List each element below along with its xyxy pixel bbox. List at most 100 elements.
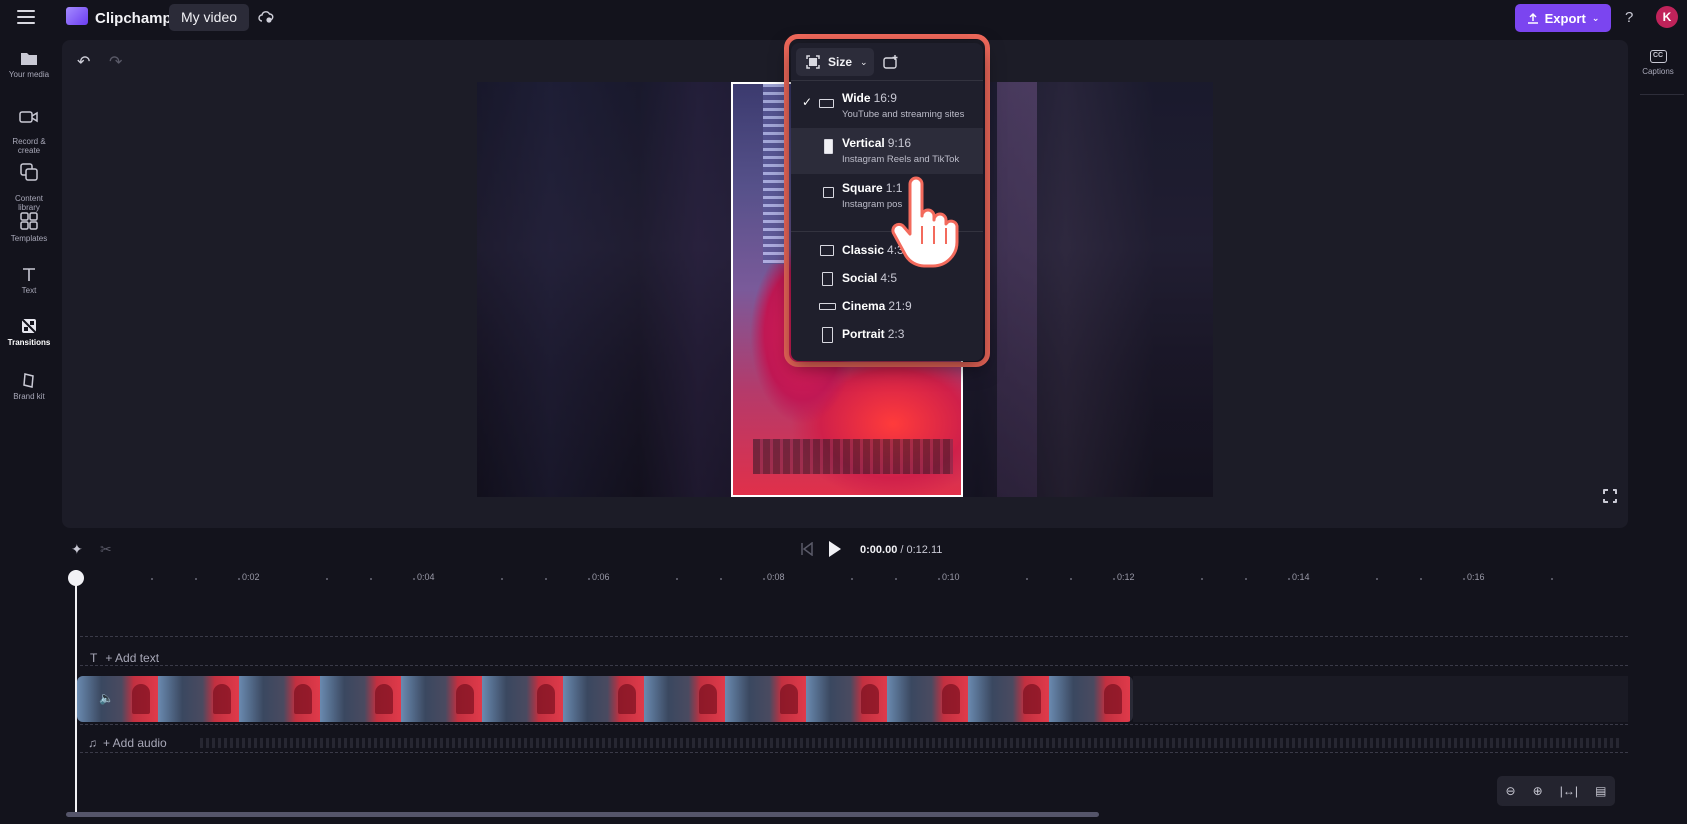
ruler-tick [1288,578,1291,580]
brand-kit-icon [23,373,34,388]
skip-back-icon[interactable] [800,542,814,556]
sidebar-item-transitions[interactable]: Transitions [0,318,58,347]
add-background-icon[interactable] [877,48,905,76]
library-icon [20,163,38,181]
sidebar-item-label: Transitions [7,338,51,347]
export-button[interactable]: Export ⌄ [1515,4,1611,32]
timeline-ruler[interactable]: 0:02 0:04 0:06 0:08 0:10 0:12 0:14 0:16 [62,568,1628,590]
playhead-handle[interactable] [68,570,84,586]
ruler-tick [325,578,328,580]
menu-item-ratio: 21:9 [888,299,912,313]
sidebar-item-brand-kit[interactable]: Brand kit [0,372,58,401]
hamburger-menu-icon[interactable] [17,10,35,24]
ruler-label: 0:08 [767,572,785,582]
avatar[interactable]: K [1656,6,1678,28]
captions-label: Captions [1642,67,1674,76]
menu-item-ratio: 9:16 [887,136,912,150]
size-label: Size [828,55,853,69]
ruler-tick [1375,578,1378,580]
divider [80,752,1628,753]
ruler-tick [850,578,853,580]
ruler-label: 0:06 [592,572,610,582]
pointer-hand-icon [891,176,959,268]
zoom-in-icon[interactable]: ⊕ [1533,784,1543,798]
project-title[interactable]: My video [169,4,250,31]
ruler-tick [588,578,591,580]
fullscreen-icon[interactable] [1602,488,1619,505]
divider [80,636,1628,637]
ruler-tick [413,578,416,580]
menu-item-description: YouTube and streaming sites [842,109,965,120]
fit-to-width-icon[interactable]: |↔| [1560,784,1578,798]
menu-item-ratio: 4:5 [880,271,898,285]
zoom-out-icon[interactable]: ⊖ [1506,784,1516,798]
menu-item-portrait[interactable]: Portrait 2:3 [791,319,983,349]
size-button[interactable]: Size ⌄ [796,48,874,76]
menu-item-name: Portrait [842,327,885,341]
ruler-label: 0:14 [1292,572,1310,582]
add-text-button[interactable]: T + Add text [90,651,159,665]
magic-wand-icon[interactable]: ✦ [71,541,83,558]
empty-track-area [1133,676,1628,722]
menu-item-wide[interactable]: ✓ Wide 16:9 YouTube and streaming sites [791,83,983,129]
captions-button[interactable]: CC Captions [1636,50,1680,76]
wide-ratio-icon [819,99,834,108]
expand-timeline-icon[interactable]: ▤ [1595,784,1606,798]
horizontal-scrollbar[interactable] [66,812,1099,817]
volume-icon[interactable]: 🔈 [99,691,114,705]
sidebar-item-your-media[interactable]: Your media [0,50,58,79]
sidebar-item-content-library[interactable]: Content library [0,154,58,212]
classic-ratio-icon [820,245,834,256]
checkmark-icon: ✓ [802,95,813,109]
text-track-icon: T [90,651,98,665]
portrait-ratio-icon [822,327,833,343]
audio-waveform [200,738,1620,748]
ruler-tick [238,578,241,580]
undo-icon[interactable]: ↶ [77,52,90,72]
music-note-icon: ♫ [88,736,97,750]
help-icon[interactable]: ? [1625,9,1633,26]
zoom-controls: ⊖ ⊕ |↔| ▤ [1497,776,1615,806]
ruler-label: 0:10 [942,572,960,582]
clip-thumbnail [239,676,320,722]
sidebar-item-record-create[interactable]: Record & create [0,101,58,155]
ruler-tick [719,578,722,580]
clip-thumbnail [320,676,401,722]
right-sidebar [1629,38,1687,824]
playhead[interactable] [75,570,77,813]
ruler-tick [544,578,547,580]
clipchamp-editor: Clipchamp My video Export ⌄ ? K Your med… [0,0,1687,824]
ruler-tick [763,578,766,580]
ruler-label: 0:04 [417,572,435,582]
menu-item-vertical[interactable]: Vertical 9:16 Instagram Reels and TikTok [791,128,983,174]
social-ratio-icon [822,272,833,286]
video-clip[interactable] [77,676,1133,722]
menu-item-name: Wide [842,91,871,105]
ruler-tick [1113,578,1116,580]
sidebar-item-text[interactable]: Text [0,266,58,295]
menu-item-description: Instagram Reels and TikTok [842,154,960,165]
menu-item-ratio: 16:9 [873,91,897,105]
redo-icon[interactable]: ↷ [109,52,122,72]
menu-item-name: Cinema [842,299,886,313]
chevron-down-icon: ⌄ [1591,12,1600,23]
sidebar-item-label: Content library [14,194,44,212]
clip-thumbnail [563,676,644,722]
play-button[interactable] [829,541,841,557]
ruler-tick [369,578,372,580]
cloud-sync-icon[interactable] [258,10,274,24]
add-audio-button[interactable]: ♫ + Add audio [88,736,167,750]
sidebar-item-templates[interactable]: Templates [0,212,58,243]
ruler-tick [1463,578,1466,580]
ruler-label: 0:02 [242,572,260,582]
scissors-icon[interactable]: ✂ [100,541,112,558]
resize-icon [806,55,820,69]
ruler-tick [500,578,503,580]
square-ratio-icon [823,187,834,198]
menu-item-cinema[interactable]: Cinema 21:9 [791,291,983,321]
templates-icon [20,212,38,230]
sidebar-item-label: Your media [8,70,50,79]
ruler-tick [938,578,941,580]
clip-thumbnail [644,676,725,722]
vertical-ratio-icon [824,139,833,154]
